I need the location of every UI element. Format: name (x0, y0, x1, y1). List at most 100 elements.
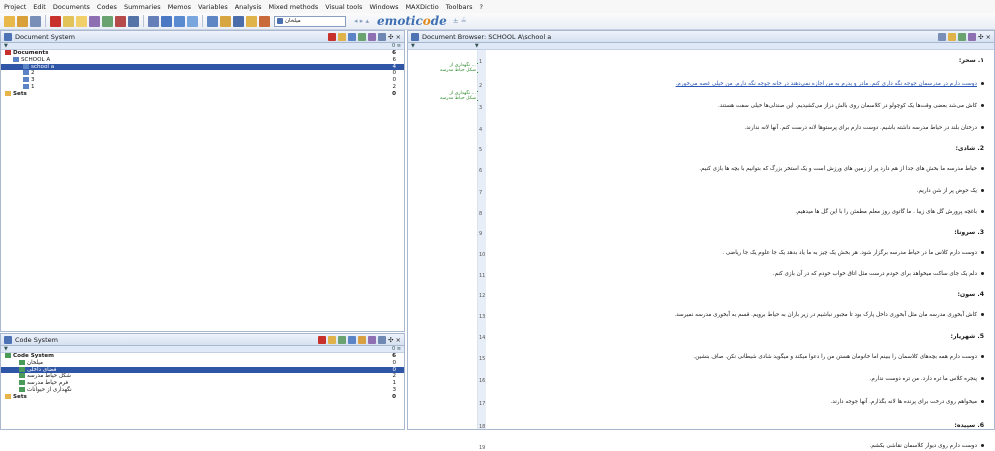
open-project-icon[interactable] (17, 15, 28, 27)
document_system-tree-row[interactable]: 12 (1, 83, 404, 91)
pin-icon[interactable]: ✣ (388, 336, 393, 344)
paragraph[interactable]: باغچه پرورش گل های زیبا . ما گاتوی روز م… (795, 209, 984, 215)
paragraph[interactable]: دوست دارم روی دیوار کلاسمان نقاشی بکشم. (869, 443, 984, 449)
document_system-tree-row[interactable]: 20 (1, 70, 404, 77)
menu-item-codes[interactable]: Codes (97, 3, 117, 11)
paragraph[interactable]: میخواهم روی درخت برای پرنده ها لانه بگذا… (831, 399, 984, 405)
window-icon[interactable] (207, 15, 218, 27)
menu-item-[interactable]: ? (479, 3, 482, 11)
import-icon[interactable] (358, 32, 367, 41)
section-heading[interactable]: 2. شادی: (955, 145, 984, 152)
visual-icon[interactable] (259, 15, 270, 27)
menu-item-edit[interactable]: Edit (33, 3, 46, 11)
memo-icon[interactable] (958, 32, 967, 41)
bar-chart-icon[interactable] (187, 15, 198, 27)
menu-item-maxdictio[interactable]: MAXDictio (405, 3, 438, 11)
filter-icon[interactable] (358, 335, 367, 344)
document-text[interactable]: ١. سحر: دوست دارم در مدرسمان جوجه نگه دار… (486, 50, 994, 449)
paragraph[interactable]: حیاط مدرسه ما بخش های جدا از هم دارد پر … (699, 166, 984, 172)
paragraph-number: 16 (479, 378, 486, 384)
print-icon[interactable] (938, 32, 947, 41)
layout-icon[interactable] (220, 15, 231, 27)
menu-item-summaries[interactable]: Summaries (124, 3, 161, 11)
nav-arrows-icon[interactable]: ◂ ▸ ▴ (354, 17, 369, 25)
paragraph[interactable]: دوست دارم کلاس ما در حیاط مدرسه برگزار ش… (722, 250, 984, 256)
paragraph[interactable]: دوست دارم در مدرسمان جوجه نگه داری کنم. … (676, 81, 984, 87)
menu-item-toolbars[interactable]: Toolbars (446, 3, 473, 11)
code_system-tree-row[interactable]: نگهداری از حیوانات 3 (1, 386, 404, 394)
code_system-tree-row[interactable]: Sets 0 (1, 393, 404, 401)
activate-icon[interactable] (338, 32, 347, 41)
coding-stripe[interactable]: نگهداری از ... شکل حیاط مدرسه (416, 63, 482, 73)
search-icon[interactable] (368, 32, 377, 41)
document_system-tree-row[interactable]: 30 (1, 77, 404, 84)
coding-stripe-column[interactable]: نگهداری از ... شکل حیاط مدرسه نگهداری از .… (408, 50, 482, 429)
search-icon[interactable] (89, 15, 100, 27)
code-icon[interactable] (948, 32, 957, 41)
compare-icon[interactable] (233, 15, 244, 27)
close-icon[interactable]: × (396, 33, 401, 41)
section-heading[interactable]: 3. سرونا: (954, 229, 984, 236)
save-icon[interactable] (30, 15, 41, 27)
table-icon[interactable] (128, 15, 139, 27)
filter-icon[interactable] (102, 15, 113, 27)
section-heading[interactable]: 6. سپیده: (954, 422, 984, 429)
grid-icon[interactable] (115, 15, 126, 27)
menu-item-memos[interactable]: Memos (168, 3, 191, 11)
new-document-icon[interactable] (348, 32, 357, 41)
chart-icon[interactable] (161, 15, 172, 27)
paragraph[interactable]: دلم یک جای ساکت میخواهد برای خودم درست م… (773, 271, 984, 277)
menu-item-mixed-methods[interactable]: Mixed methods (269, 3, 319, 11)
menu-item-visual-tools[interactable]: Visual tools (325, 3, 362, 11)
code_system-tree-row[interactable]: Code System 6 (1, 353, 404, 360)
search-icon[interactable] (368, 335, 377, 344)
code_system-tree-row[interactable]: فرم حیاط مدرسه 1 (1, 380, 404, 387)
menu-item-documents[interactable]: Documents (53, 3, 90, 11)
menu-item-analysis[interactable]: Analysis (235, 3, 262, 11)
document_system-tree-row[interactable]: SCHOOL A 6 (1, 56, 404, 64)
matrix-icon[interactable] (148, 15, 159, 27)
color-icon[interactable] (338, 335, 347, 344)
section-heading[interactable]: 4. سون: (957, 291, 984, 298)
bullet-icon (981, 377, 984, 380)
menu-item-project[interactable]: Project (4, 3, 26, 11)
code-select[interactable]: میلخان (274, 15, 346, 27)
list-icon[interactable] (174, 15, 185, 27)
paragraph-text: 3. سرونا: (954, 229, 984, 236)
coding-stripe[interactable]: نگهداری از ... شکل حیاط مدرسه (416, 91, 482, 101)
delete-icon[interactable] (50, 15, 61, 27)
close-icon[interactable]: × (986, 33, 991, 41)
pin-icon[interactable]: ✣ (388, 33, 393, 41)
paragraph[interactable]: کاش آبخوری مدرسه مان مثل آبخوری داخل پار… (674, 312, 984, 318)
code_system-tree-row[interactable]: میلخان 0 (1, 359, 404, 367)
document_system-tree-row[interactable]: Sets 0 (1, 90, 404, 98)
menu-item-windows[interactable]: Windows (369, 3, 398, 11)
options-icon[interactable] (378, 335, 387, 344)
paragraph[interactable]: کاش می‌شد بعضی وقت‌ها یک کوچولو در کلاسم… (718, 103, 984, 109)
code_system-tree-row[interactable]: شکل حیاط مدرسه 2 (1, 373, 404, 380)
paragraph[interactable]: یک حوض پر از شن داریم. (917, 188, 984, 194)
options-icon[interactable] (378, 32, 387, 41)
paragraph-text: باغچه پرورش گل های زیبا . ما گاتوی روز م… (795, 209, 977, 215)
paragraph[interactable]: پنجره کلاس ما تره دارد. من تره دوست ندار… (870, 376, 984, 382)
delete-icon[interactable] (328, 32, 337, 41)
paragraph[interactable]: درختان بلند در حیاط مدرسه داشته باشیم. د… (744, 125, 984, 131)
section-heading[interactable]: 5. شهریار: (950, 333, 984, 340)
document-icon[interactable] (76, 15, 87, 27)
document_system-tree-row[interactable]: school a 4 (1, 63, 404, 71)
search-icon[interactable] (968, 32, 977, 41)
document_system-tree-row[interactable]: Documents 6 (1, 50, 404, 57)
edit-icon[interactable] (63, 15, 74, 27)
pin-icon[interactable]: ✣ (978, 33, 983, 41)
new-project-icon[interactable] (4, 15, 15, 27)
emoticode-options-icon[interactable]: ± ≟ (453, 17, 467, 25)
code-list-icon[interactable] (348, 335, 357, 344)
section-heading[interactable]: ١. سحر: (959, 57, 984, 64)
new-code-icon[interactable] (328, 335, 337, 344)
delete-icon[interactable] (318, 335, 327, 344)
document_system-tree-count: 4 (392, 63, 396, 70)
paragraph[interactable]: دوست دارم همه بچه‌های کلاسمان را ببینم ا… (694, 354, 984, 360)
code-icon[interactable] (246, 15, 257, 27)
menu-item-variables[interactable]: Variables (198, 3, 228, 11)
close-icon[interactable]: × (396, 336, 401, 344)
